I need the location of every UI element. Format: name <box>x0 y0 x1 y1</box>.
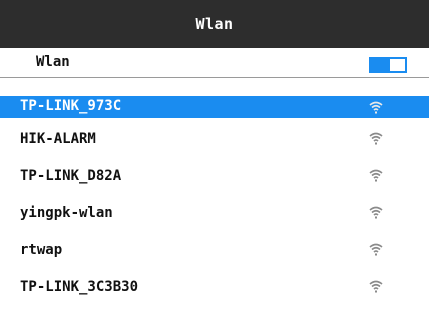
network-row[interactable]: TP-LINK_D82A <box>0 155 429 192</box>
wlan-toggle-switch[interactable] <box>369 57 407 73</box>
network-ssid: HIK-ALARM <box>20 131 96 147</box>
wlan-toggle-label: Wlan <box>36 54 70 70</box>
network-row[interactable]: TP-LINK_3C3B30 <box>0 266 429 303</box>
network-ssid: rtwap <box>20 242 63 258</box>
network-list: TP-LINK_973C HIK-ALARM TP-LINK_D82A ying… <box>0 96 429 303</box>
wifi-signal-icon <box>369 242 383 256</box>
network-row[interactable]: TP-LINK_973C <box>0 96 429 118</box>
wlan-toggle-row[interactable]: Wlan <box>0 48 429 78</box>
title-bar: Wlan <box>0 0 429 48</box>
network-ssid: TP-LINK_3C3B30 <box>20 279 139 295</box>
network-ssid: TP-LINK_D82A <box>20 168 122 184</box>
toggle-knob <box>390 59 405 71</box>
page-title: Wlan <box>195 15 234 33</box>
wifi-signal-icon <box>369 168 383 182</box>
network-ssid: TP-LINK_973C <box>20 98 122 114</box>
wifi-signal-icon <box>369 279 383 293</box>
network-ssid: yingpk-wlan <box>20 205 113 221</box>
network-row[interactable]: HIK-ALARM <box>0 118 429 155</box>
wifi-signal-icon <box>369 100 383 114</box>
network-row[interactable]: rtwap <box>0 229 429 266</box>
wifi-signal-icon <box>369 205 383 219</box>
wifi-signal-icon <box>369 131 383 145</box>
network-row[interactable]: yingpk-wlan <box>0 192 429 229</box>
